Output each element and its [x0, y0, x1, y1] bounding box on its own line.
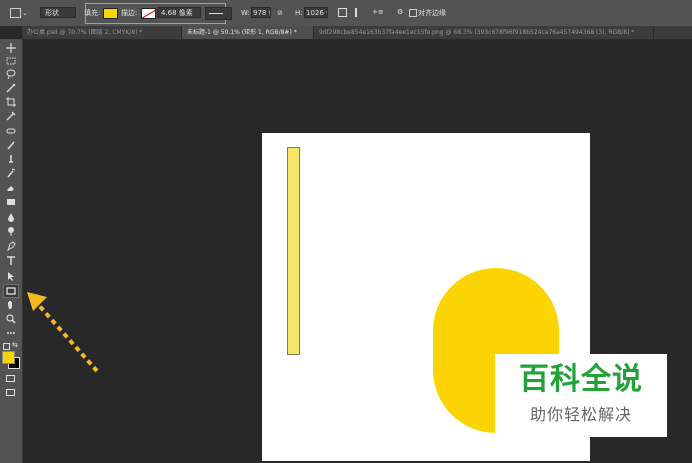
- watermark-title: 百科全说: [519, 362, 643, 397]
- watermark-logo: 百科全说 助你轻松解决: [495, 354, 667, 437]
- tab-label: 未标题-1 @ 50.1% (矩形 1, RGB/8#) *: [187, 29, 297, 36]
- fill-label: 填充:: [84, 9, 101, 17]
- options-bar: ⌄ 形状 填充: 描边: 4.68 像素 W: 978 像 ⊘ H: 1026 …: [0, 0, 692, 27]
- h-label: H:: [295, 9, 303, 17]
- stroke-swatch[interactable]: [141, 8, 156, 19]
- default-colors-icon[interactable]: [3, 343, 10, 350]
- marquee-icon[interactable]: [4, 55, 18, 67]
- tab-document-3[interactable]: 9df298cbe854e163b37fa4ee1ec15fe.png @ 68…: [314, 26, 654, 39]
- gradient-icon[interactable]: [4, 196, 18, 208]
- tab-document-1[interactable]: 办公桌.psd @ 70.7% (图层 2, CMYK/8) *: [22, 26, 182, 39]
- path-alignment-icon[interactable]: [355, 8, 364, 17]
- stroke-width-input[interactable]: 4.68 像素: [157, 7, 201, 18]
- brush-icon[interactable]: [4, 139, 18, 151]
- tool-preset-picker[interactable]: ⌄: [8, 6, 30, 19]
- stroke-label: 描边:: [121, 9, 138, 17]
- pen-icon[interactable]: [4, 240, 18, 252]
- blur-icon[interactable]: [4, 211, 18, 223]
- screen-mode-icon[interactable]: [6, 389, 15, 396]
- width-value: 978 像: [253, 9, 270, 17]
- fill-color-swatch[interactable]: [103, 8, 118, 19]
- chevron-down-icon: ⌄: [22, 9, 28, 17]
- w-label: W:: [241, 9, 250, 17]
- dodge-icon[interactable]: [4, 225, 18, 237]
- path-selection-icon[interactable]: [4, 270, 18, 282]
- more-icon[interactable]: [4, 327, 18, 339]
- rectangle-shape[interactable]: [287, 147, 300, 355]
- align-edges-checkbox[interactable]: [409, 9, 417, 17]
- document-tabs: 办公桌.psd @ 70.7% (图层 2, CMYK/8) * 未标题-1 @…: [22, 26, 692, 40]
- healing-brush-icon[interactable]: [4, 125, 18, 137]
- rectangle-icon[interactable]: [3, 284, 19, 298]
- zoom-icon[interactable]: [4, 313, 18, 325]
- quick-mask-icon[interactable]: [6, 375, 15, 382]
- clone-stamp-icon[interactable]: [4, 153, 18, 165]
- shape-mode-select[interactable]: 形状: [40, 7, 76, 18]
- swap-colors-icon[interactable]: ⇆: [12, 340, 18, 350]
- eraser-icon[interactable]: [4, 182, 18, 194]
- path-arrangement-icon[interactable]: +≡: [372, 7, 384, 17]
- tab-label: 9df298cbe854e163b37fa4ee1ec15fe.png @ 68…: [319, 29, 635, 36]
- crop-icon[interactable]: [4, 96, 18, 108]
- height-value: 1026 像: [306, 9, 327, 17]
- rectangle-preset-icon: [10, 8, 21, 18]
- tools-panel: ⇆: [0, 39, 23, 463]
- stroke-width-value: 4.68 像素: [161, 9, 193, 17]
- path-operations-icon[interactable]: [338, 8, 347, 17]
- eyedropper-icon[interactable]: [4, 110, 18, 122]
- move-icon[interactable]: [4, 42, 18, 54]
- shape-mode-value: 形状: [45, 9, 59, 17]
- history-brush-icon[interactable]: [4, 167, 18, 179]
- watermark-subtitle: 助你轻松解决: [529, 405, 632, 424]
- stroke-type-select[interactable]: [205, 7, 232, 20]
- height-input[interactable]: 1026 像: [304, 7, 328, 18]
- lasso-icon[interactable]: [4, 68, 18, 80]
- gear-icon[interactable]: ⚙: [397, 7, 403, 17]
- pointer-arrow-annotation: [27, 292, 99, 373]
- align-edges-label: 对齐边缘: [418, 9, 446, 17]
- foreground-color-swatch[interactable]: [2, 351, 15, 364]
- magic-wand-icon[interactable]: [4, 82, 18, 94]
- hand-icon[interactable]: [4, 299, 18, 311]
- width-input[interactable]: 978 像: [251, 7, 271, 18]
- type-icon[interactable]: [4, 255, 18, 267]
- tab-label: 办公桌.psd @ 70.7% (图层 2, CMYK/8) *: [27, 29, 143, 36]
- tab-document-2[interactable]: 未标题-1 @ 50.1% (矩形 1, RGB/8#) *: [182, 26, 314, 39]
- link-icon[interactable]: ⊘: [277, 8, 283, 18]
